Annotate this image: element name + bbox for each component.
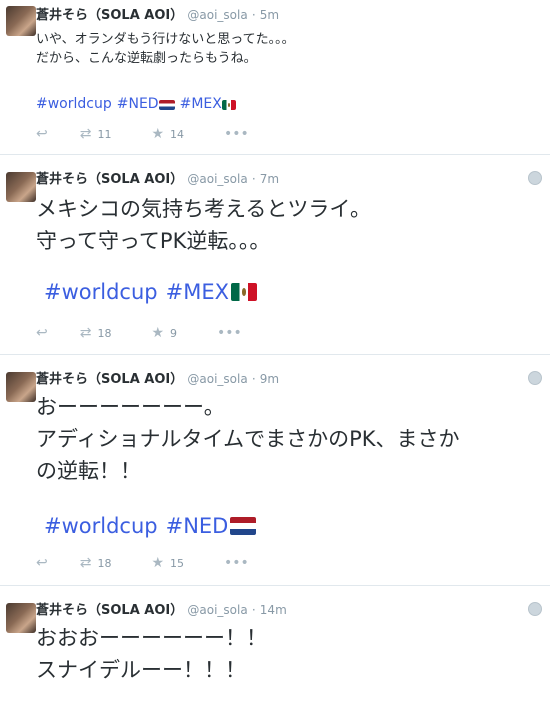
author-name[interactable]: 蒼井そら（SOLA AOI） (36, 172, 183, 187)
hashtag-line: #worldcup #NED (44, 514, 257, 538)
favorite-button[interactable]: ★ 15 (151, 556, 184, 570)
avatar[interactable] (6, 372, 36, 402)
tweet-actions: ↩ ⇄ 18 ★ 9 ••• (36, 324, 242, 342)
hashtag-ned[interactable]: #NED (117, 95, 159, 114)
reply-icon[interactable]: ↩ (36, 127, 48, 141)
more-icon[interactable]: ••• (217, 326, 242, 340)
netherlands-flag-icon (158, 99, 175, 110)
netherlands-flag-icon (230, 517, 257, 535)
author-handle[interactable]: @aoi_sola (187, 8, 247, 22)
retweet-icon: ⇄ (79, 126, 92, 142)
timestamp[interactable]: 5m (260, 8, 279, 22)
separator: · (251, 8, 256, 22)
more-icon[interactable]: ••• (224, 127, 249, 141)
tweet-text: いや、オランダもう行けないと思ってた。。。 だから、こんな逆転劇ったらもうね。 (36, 32, 295, 66)
timestamp[interactable]: 7m (260, 172, 279, 186)
retweet-icon: ⇄ (79, 325, 92, 341)
favorite-button[interactable]: ★ 9 (151, 326, 177, 340)
reply-icon[interactable]: ↩ (36, 326, 48, 340)
hashtag-worldcup[interactable]: #worldcup (36, 95, 112, 114)
tweet-actions: ↩ ⇄ 11 ★ 14 ••• (36, 125, 249, 143)
tweet-text: おーーーーーーー。 アディショナルタイムでまさかのPK、まさか の逆転！！ (36, 395, 460, 483)
author-name[interactable]: 蒼井そら（SOLA AOI） (36, 8, 183, 23)
avatar[interactable] (6, 172, 36, 202)
hashtag-line: #worldcup #NED #MEX (36, 95, 236, 114)
favorite-count: 15 (170, 556, 185, 570)
avatar[interactable] (6, 603, 36, 633)
timestamp[interactable]: 14m (260, 603, 287, 617)
mexico-flag-icon (221, 99, 236, 110)
hashtag-mex[interactable]: #MEX (166, 280, 229, 304)
star-icon: ★ (151, 325, 165, 341)
globe-icon (528, 171, 542, 185)
favorite-count: 14 (170, 127, 185, 141)
tweet[interactable]: 蒼井そら（SOLA AOI） @aoi_sola · 7m メキシコの気持ち考え… (0, 155, 550, 355)
timestamp[interactable]: 9m (260, 372, 279, 386)
retweet-count: 18 (97, 556, 112, 570)
retweet-icon: ⇄ (79, 555, 92, 571)
tweet[interactable]: 蒼井そら（SOLA AOI） @aoi_sola · 5m いや、オランダもう行… (0, 0, 550, 155)
tweet-text: おおおーーーーーー！！ スナイデルーー！！！ (36, 626, 267, 682)
author-handle[interactable]: @aoi_sola (187, 603, 247, 617)
tweet-header: 蒼井そら（SOLA AOI） @aoi_sola · 14m (36, 602, 287, 619)
globe-icon (528, 371, 542, 385)
separator: · (251, 603, 256, 617)
mexico-flag-icon (230, 283, 257, 301)
separator: · (251, 372, 256, 386)
author-handle[interactable]: @aoi_sola (187, 172, 247, 186)
hashtag-ned[interactable]: #NED (166, 514, 229, 538)
hashtag-worldcup[interactable]: #worldcup (44, 514, 158, 538)
globe-icon (528, 602, 542, 616)
tweet-header: 蒼井そら（SOLA AOI） @aoi_sola · 9m (36, 371, 279, 388)
hashtag-worldcup[interactable]: #worldcup (44, 280, 158, 304)
author-name[interactable]: 蒼井そら（SOLA AOI） (36, 372, 183, 387)
tweet-actions: ↩ ⇄ 18 ★ 15 ••• (36, 554, 249, 572)
author-handle[interactable]: @aoi_sola (187, 372, 247, 386)
retweet-count: 18 (97, 326, 112, 340)
favorite-button[interactable]: ★ 14 (151, 127, 184, 141)
star-icon: ★ (151, 126, 165, 142)
tweet-header: 蒼井そら（SOLA AOI） @aoi_sola · 5m (36, 7, 279, 24)
hashtag-line: #worldcup #MEX (44, 280, 257, 304)
hashtag-mex[interactable]: #MEX (180, 95, 222, 114)
tweet-text: メキシコの気持ち考えるとツライ。 守って守ってPK逆転。。。 (36, 197, 371, 253)
retweet-button[interactable]: ⇄ 18 (80, 326, 112, 340)
tweet[interactable]: 蒼井そら（SOLA AOI） @aoi_sola · 9m おーーーーーーー。 … (0, 355, 550, 586)
separator: · (251, 172, 256, 186)
tweet-header: 蒼井そら（SOLA AOI） @aoi_sola · 7m (36, 171, 279, 188)
retweet-count: 11 (97, 127, 112, 141)
avatar[interactable] (6, 6, 36, 36)
tweet[interactable]: 蒼井そら（SOLA AOI） @aoi_sola · 14m おおおーーーーーー… (0, 586, 550, 706)
retweet-button[interactable]: ⇄ 18 (80, 556, 112, 570)
favorite-count: 9 (170, 326, 178, 340)
retweet-button[interactable]: ⇄ 11 (80, 127, 112, 141)
author-name[interactable]: 蒼井そら（SOLA AOI） (36, 603, 183, 618)
more-icon[interactable]: ••• (224, 556, 249, 570)
reply-icon[interactable]: ↩ (36, 556, 48, 570)
star-icon: ★ (151, 555, 165, 571)
